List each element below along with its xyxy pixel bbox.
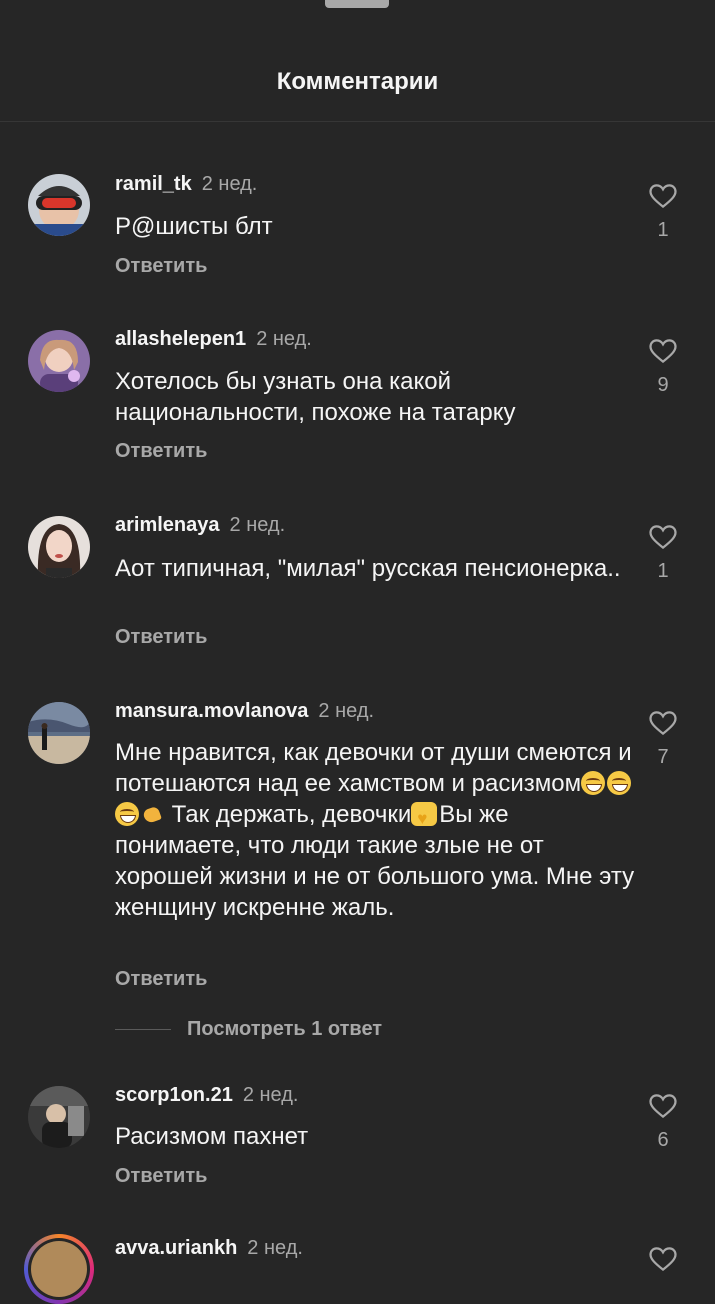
like-button[interactable]: 1 <box>646 522 680 583</box>
comment-username[interactable]: arimlenaya <box>115 514 220 536</box>
avatar[interactable] <box>28 1086 90 1148</box>
view-replies-line <box>115 1029 171 1030</box>
comment-meta: scorp1on.21 2 нед. <box>115 1084 298 1107</box>
heart-outline-icon <box>649 339 677 364</box>
reply-button[interactable]: Ответить <box>115 255 207 278</box>
heart-outline-icon <box>649 1247 677 1272</box>
comment-text: Расизмом пахнет <box>115 1123 309 1150</box>
heart-hands-icon <box>411 802 438 834</box>
heart-outline-icon <box>649 1094 677 1119</box>
page-title: Комментарии <box>276 68 439 95</box>
like-count: 6 <box>657 1129 669 1151</box>
comment-time: 2 нед. <box>201 173 258 195</box>
flexed-biceps-icon <box>141 802 163 826</box>
comment-time: 2 нед. <box>229 514 286 536</box>
avatar-story-ring[interactable] <box>24 1234 94 1304</box>
comment-time: 2 нед. <box>247 1237 303 1259</box>
comment-text: Хотелось бы узнать она какой национально… <box>115 368 516 426</box>
like-count: 1 <box>657 219 669 241</box>
grinning-face-icon <box>115 802 139 826</box>
reply-button[interactable]: Ответить <box>115 1165 207 1188</box>
comment-text: Аот типичная, "милая" русская пенсионерк… <box>115 555 621 582</box>
heart-outline-icon <box>649 184 677 209</box>
reply-button[interactable]: Ответить <box>115 968 207 991</box>
like-button[interactable] <box>646 1244 680 1274</box>
comment-text: Р@шисты блт <box>115 213 273 240</box>
comment-text-part: Мне нравится, как девочки от души смеютс… <box>115 739 632 797</box>
header-divider <box>0 121 715 122</box>
comment-meta: ramil_tk 2 нед. <box>115 173 257 196</box>
like-button[interactable]: 9 <box>646 336 680 397</box>
grinning-face-icon <box>581 771 606 795</box>
like-count: 7 <box>657 746 669 768</box>
like-button[interactable]: 6 <box>646 1091 680 1152</box>
reply-button[interactable]: Ответить <box>115 626 207 649</box>
reply-button[interactable]: Ответить <box>115 440 207 463</box>
avatar[interactable] <box>28 330 90 392</box>
grinning-face-icon <box>607 771 632 795</box>
comment-time: 2 нед. <box>318 700 375 722</box>
view-replies-button[interactable]: Посмотреть 1 ответ <box>115 1018 382 1041</box>
comment-time: 2 нед. <box>256 328 312 350</box>
comment-meta: allashelepen1 2 нед. <box>115 328 312 351</box>
sheet-drag-handle[interactable] <box>325 0 389 8</box>
like-button[interactable]: 1 <box>646 181 680 242</box>
comment-time: 2 нед. <box>242 1084 299 1106</box>
like-count: 9 <box>657 374 669 396</box>
heart-outline-icon <box>649 525 677 550</box>
like-count: 1 <box>657 560 669 582</box>
comment-meta: arimlenaya 2 нед. <box>115 514 285 537</box>
comment-text-part: Так держать, девочки <box>165 801 412 828</box>
view-replies-label: Посмотреть 1 ответ <box>187 1018 383 1040</box>
comment-username[interactable]: ramil_tk <box>115 173 192 195</box>
comment-meta: avva.uriankh 2 нед. <box>115 1237 303 1260</box>
avatar[interactable] <box>28 516 90 578</box>
heart-outline-icon <box>649 711 677 736</box>
comment-username[interactable]: allashelepen1 <box>115 328 246 350</box>
comment-meta: mansura.movlanova 2 нед. <box>115 700 374 723</box>
avatar <box>31 1241 87 1297</box>
avatar[interactable] <box>28 702 90 764</box>
comment-text: Мне нравится, как девочки от души смеютс… <box>115 737 635 923</box>
comment-username[interactable]: scorp1on.21 <box>115 1084 233 1106</box>
comment-username[interactable]: avva.uriankh <box>115 1237 237 1259</box>
like-button[interactable]: 7 <box>646 708 680 769</box>
comment-username[interactable]: mansura.movlanova <box>115 700 308 722</box>
avatar[interactable] <box>28 174 90 236</box>
